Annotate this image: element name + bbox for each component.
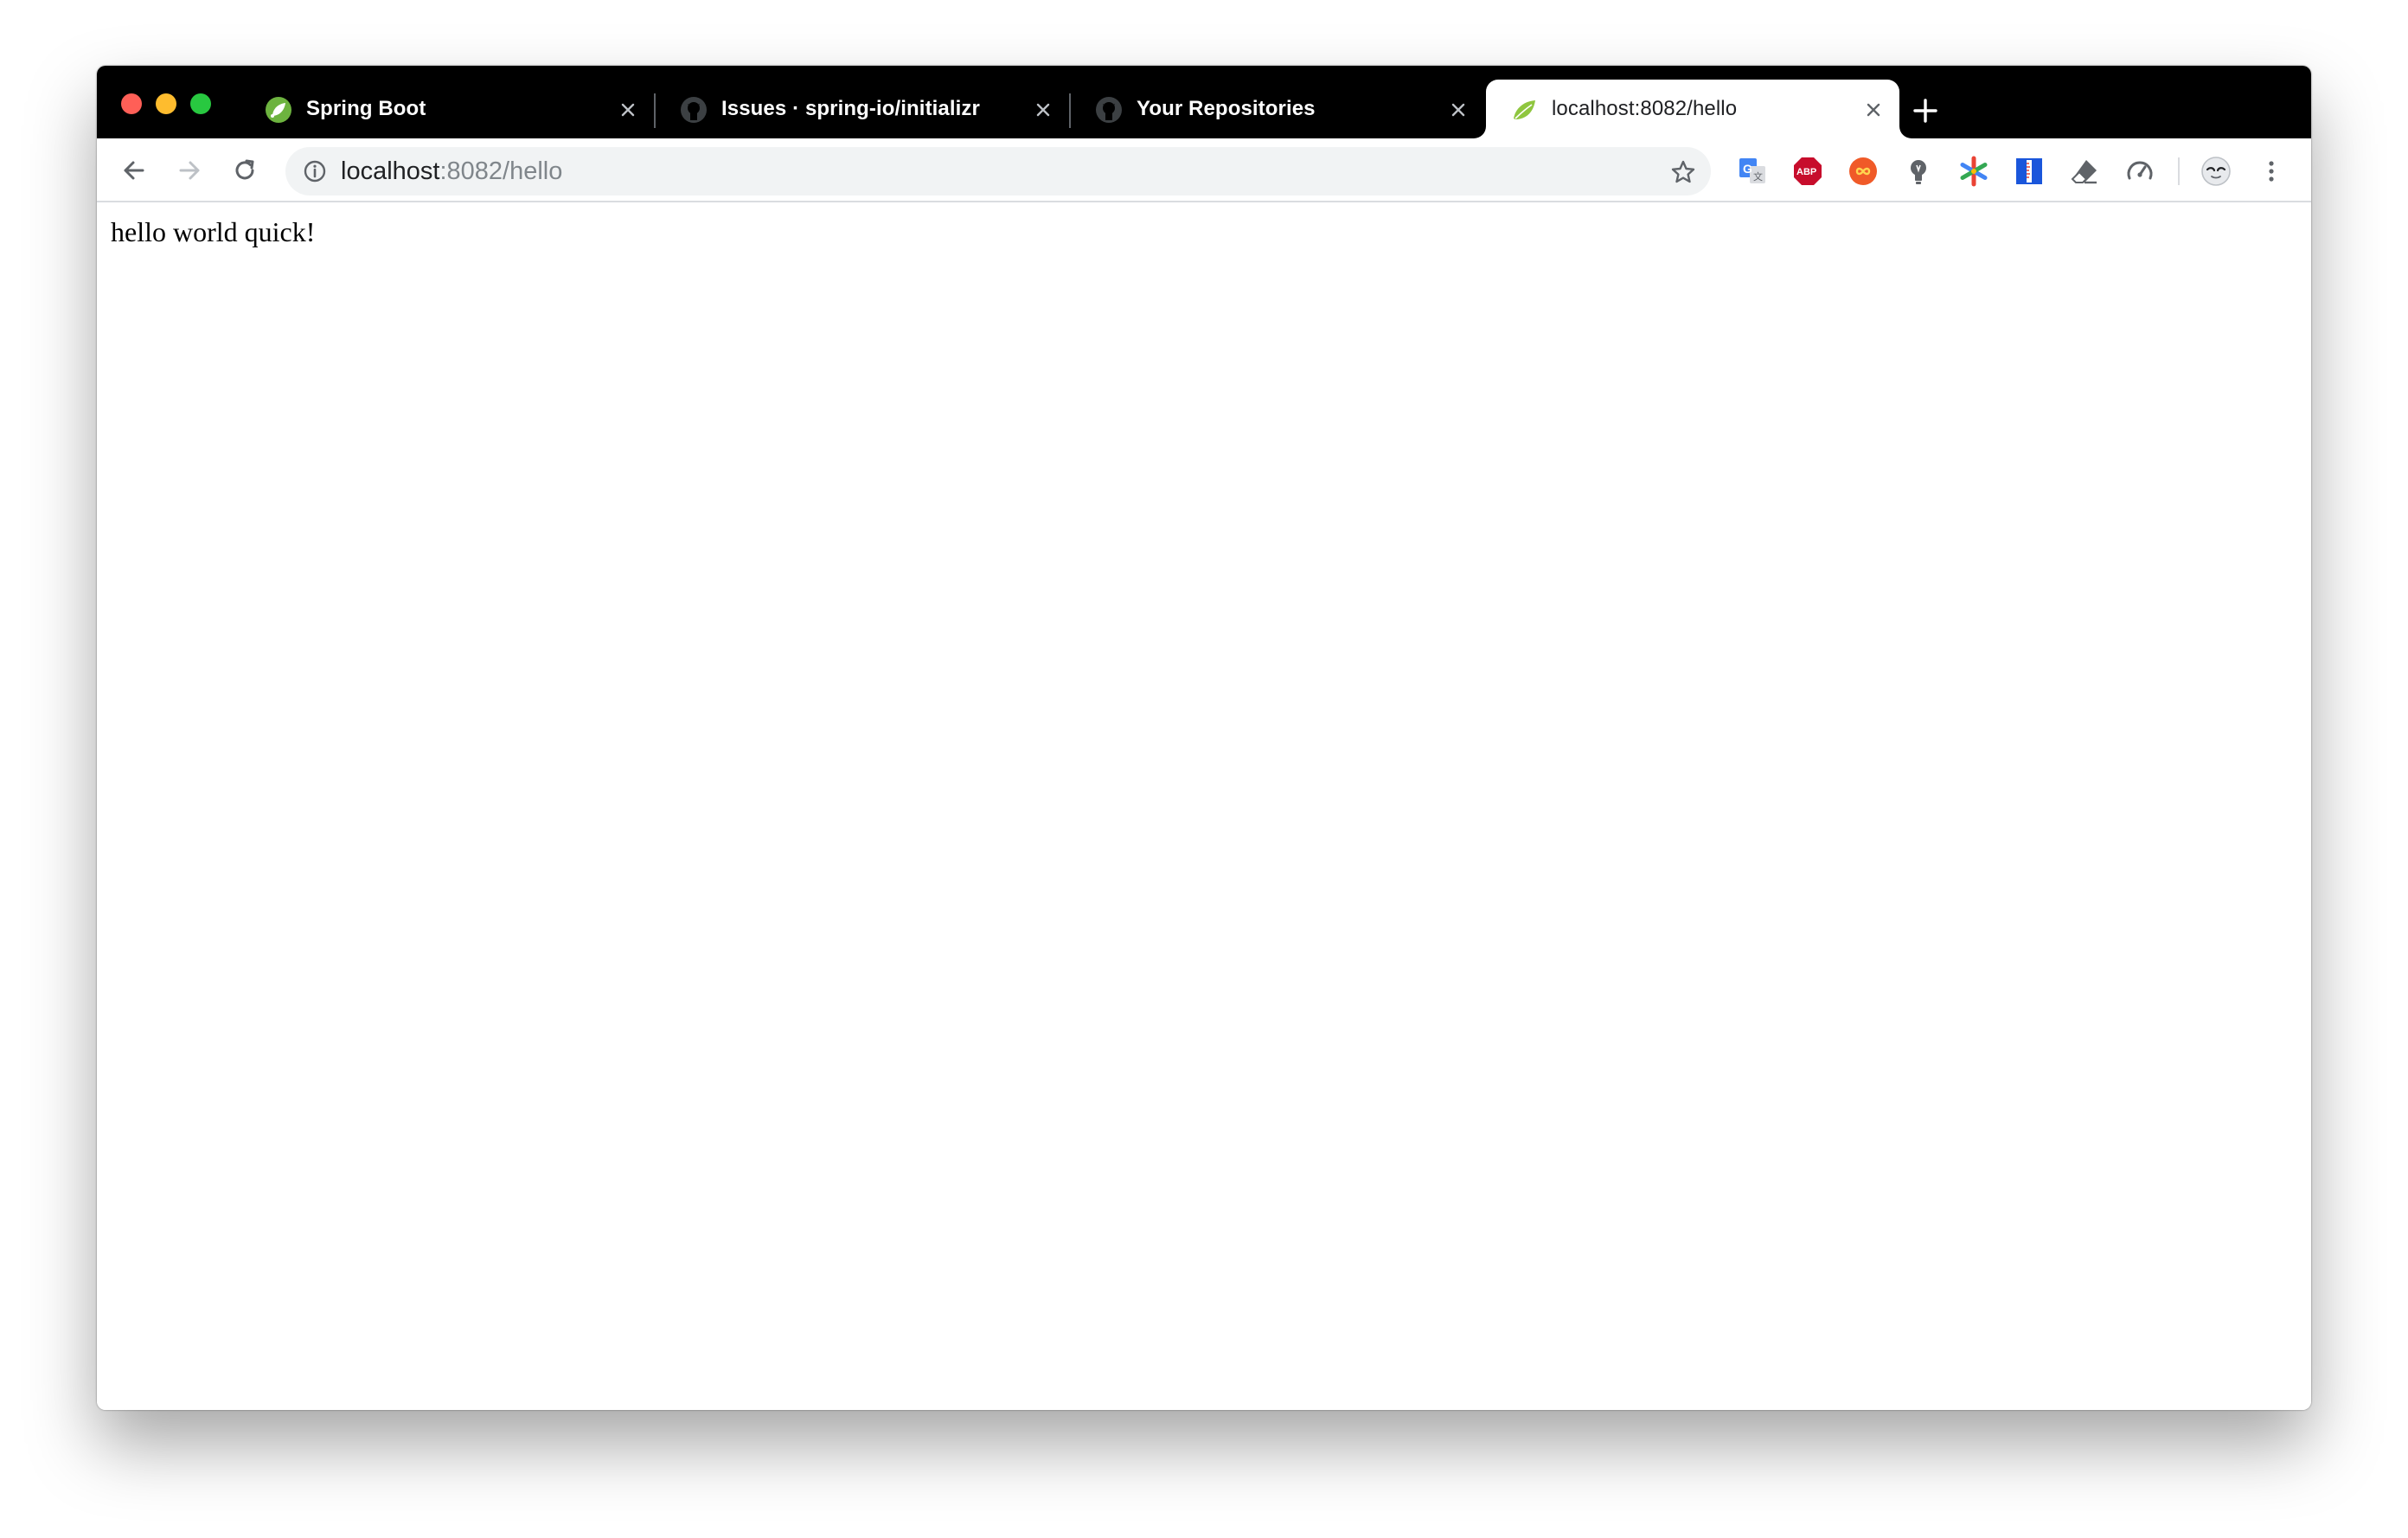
tab-title: Your Repositories (1137, 97, 1316, 120)
svg-text:文: 文 (1753, 170, 1763, 183)
speedometer-icon[interactable] (2124, 156, 2155, 187)
arrow-right-icon (179, 161, 200, 180)
minimize-window-button[interactable] (156, 93, 176, 114)
toolbar-separator (2178, 157, 2180, 185)
tab-title: localhost:8082/hello (1552, 97, 1738, 120)
address-bar[interactable]: localhost:8082/hello (285, 147, 1711, 195)
github-icon (1095, 96, 1123, 124)
github-icon (680, 96, 708, 124)
bookmark-star-icon[interactable] (1669, 158, 1697, 186)
more-menu-button[interactable] (2256, 156, 2287, 187)
close-tab-icon[interactable] (1860, 96, 1887, 124)
infinity-icon[interactable] (1848, 156, 1879, 187)
eraser-icon[interactable] (2069, 156, 2100, 187)
page-content: hello world quick! (97, 202, 2311, 1410)
svg-text:ABP: ABP (1796, 167, 1816, 177)
browser-toolbar: localhost:8082/hello G文 ABP (97, 138, 2311, 202)
tab-title: Issues · spring-io/initializr (721, 97, 980, 120)
back-button[interactable] (118, 154, 150, 187)
close-tab-icon[interactable] (1444, 96, 1472, 124)
info-icon[interactable] (303, 159, 327, 183)
close-tab-icon[interactable] (614, 96, 642, 124)
tab-your-repositories[interactable]: Your Repositories (1071, 80, 1484, 138)
adblock-plus-icon[interactable]: ABP (1792, 156, 1823, 187)
close-tab-icon[interactable] (1029, 96, 1057, 124)
kebab-menu-icon (2269, 161, 2274, 182)
lightbulb-icon[interactable] (1903, 156, 1934, 187)
asterisk-icon[interactable] (1958, 156, 1989, 187)
svg-text:G: G (1743, 162, 1752, 176)
page-body-text: hello world quick! (111, 216, 316, 247)
browser-window: Spring Boot Issues · spring-io/initializ… (97, 66, 2311, 1410)
tab-issues-initializr[interactable]: Issues · spring-io/initializr (656, 80, 1069, 138)
plus-icon (1913, 99, 1937, 123)
forward-button[interactable] (173, 154, 206, 187)
tab-spring-boot[interactable]: Spring Boot (240, 80, 654, 138)
profile-avatar[interactable] (2200, 156, 2232, 187)
tab-title: Spring Boot (306, 97, 426, 120)
close-window-button[interactable] (121, 93, 142, 114)
maximize-window-button[interactable] (190, 93, 211, 114)
url-host: localhost (341, 157, 440, 185)
google-translate-icon[interactable]: G文 (1737, 156, 1768, 187)
spring-leaf-icon (1510, 96, 1538, 124)
url-text[interactable]: localhost:8082/hello (341, 157, 562, 185)
tab-strip: Spring Boot Issues · spring-io/initializ… (97, 66, 2311, 138)
ruler-icon[interactable] (2014, 156, 2045, 187)
reload-button[interactable] (228, 154, 261, 187)
tab-localhost-hello[interactable]: localhost:8082/hello (1486, 80, 1899, 138)
avatar-icon (2201, 157, 2231, 186)
arrow-left-icon (124, 161, 144, 180)
reload-icon (235, 159, 254, 180)
url-path: :8082/hello (439, 157, 563, 185)
spring-icon (265, 96, 292, 124)
new-tab-button[interactable] (1908, 93, 1943, 128)
